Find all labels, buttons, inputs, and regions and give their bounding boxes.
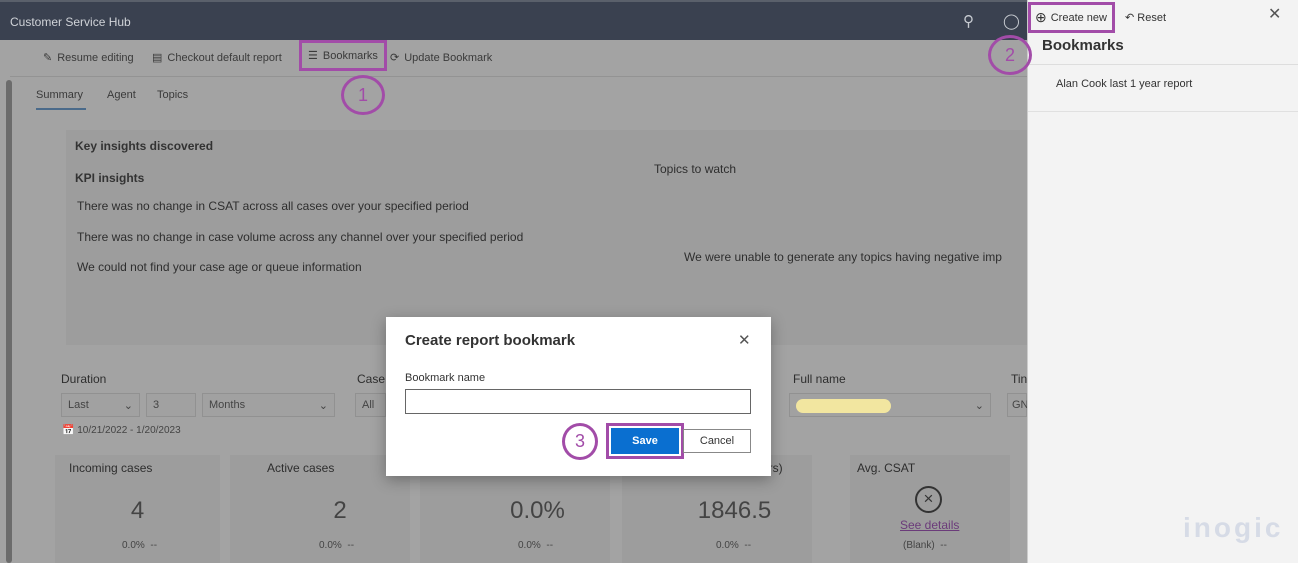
plus-circle-icon: ⊕: [1035, 9, 1047, 25]
undo-icon: ↶: [1125, 12, 1135, 24]
divider: [1028, 64, 1298, 65]
tab-topics[interactable]: Topics: [157, 89, 188, 101]
reset-button[interactable]: ↶ Reset: [1125, 11, 1166, 24]
bookmarks-panel: ⊕ Create new ↶ Reset ✕ Bookmarks Alan Coo…: [1027, 0, 1298, 563]
checkout-label: Checkout default report: [167, 51, 282, 64]
resume-label: Resume editing: [57, 51, 134, 64]
metric-change: 0.0% --: [122, 540, 158, 551]
duration-unit-select[interactable]: Months ⌄: [202, 393, 335, 417]
metric-change: (Blank) --: [903, 540, 947, 551]
duration-unit-value: Months: [209, 399, 246, 411]
metric-value: 0.0%: [510, 497, 565, 524]
pencil-icon: ✎: [43, 52, 53, 64]
error-icon: ×: [915, 486, 942, 513]
lightbulb-icon[interactable]: ◯: [1003, 12, 1020, 30]
app-header: Customer Service Hub ⚲ ◯: [0, 0, 1027, 40]
chevron-down-icon: ⌄: [318, 400, 328, 412]
dialog-title: Create report bookmark: [405, 332, 576, 349]
create-new-label: Create new: [1050, 11, 1107, 24]
timezone-select[interactable]: GN: [1007, 393, 1029, 417]
kpi-heading: KPI insights: [75, 171, 145, 185]
close-icon[interactable]: ✕: [738, 331, 751, 349]
metric-card: Incoming cases 4 0.0% --: [55, 455, 220, 563]
bookmark-name-label: Bookmark name: [405, 372, 486, 384]
metric-value: 1846.5: [697, 497, 772, 524]
metric-change: 0.0% --: [518, 540, 554, 551]
bookmarks-button[interactable]: ☰ Bookmarks: [299, 40, 387, 71]
timezone-label: Tin: [1011, 372, 1028, 386]
metric-title: Avg. CSAT: [857, 461, 916, 475]
duration-mode-select[interactable]: Last ⌄: [61, 393, 140, 417]
save-highlight: Save: [606, 423, 684, 459]
fullname-select[interactable]: ⌄: [789, 393, 991, 417]
topics-title: Topics to watch: [654, 162, 737, 176]
step-2-marker: 2: [988, 35, 1032, 75]
bookmark-name-input[interactable]: [405, 389, 751, 414]
metric-value: 2: [333, 497, 347, 524]
active-tab-indicator: [36, 108, 86, 110]
case-label: Case: [357, 372, 386, 386]
checkout-default-report-button[interactable]: ▤ Checkout default report: [152, 51, 282, 65]
report-icon: ▤: [152, 52, 163, 64]
search-icon[interactable]: ⚲: [963, 12, 974, 30]
metric-card: Avg. CSAT × See details (Blank) --: [850, 455, 1010, 563]
insight-line: There was no change in case volume acros…: [77, 230, 524, 244]
fullname-label: Full name: [793, 372, 846, 386]
topics-message: We were unable to generate any topics ha…: [684, 250, 1002, 264]
see-details-link[interactable]: See details: [900, 518, 959, 532]
toolbar: ✎ Resume editing ▤ Checkout default report…: [10, 40, 1027, 77]
update-label: Update Bookmark: [404, 51, 493, 64]
step-3-marker: 3: [562, 423, 598, 460]
metric-value: 4: [130, 497, 145, 524]
date-range-text: 10/21/2022 - 1/20/2023: [77, 425, 181, 436]
resume-editing-button[interactable]: ✎ Resume editing: [43, 51, 134, 65]
insight-line: We could not find your case age or queue…: [77, 260, 362, 274]
create-bookmark-dialog: Create report bookmark ✕ Bookmark name 3…: [386, 317, 771, 476]
chevron-down-icon: ⌄: [974, 400, 984, 412]
create-new-button[interactable]: ⊕ Create new: [1028, 2, 1115, 33]
metric-change: 0.0% --: [319, 540, 355, 551]
metric-card: Active cases 2 0.0% --: [230, 455, 410, 563]
insight-line: There was no change in CSAT across all c…: [77, 199, 469, 213]
panel-title: Bookmarks: [1042, 37, 1124, 54]
bookmarks-label: Bookmarks: [322, 49, 378, 62]
duration-label: Duration: [61, 372, 107, 386]
scrollbar[interactable]: [6, 80, 12, 563]
insights-heading: Key insights discovered: [75, 139, 214, 153]
date-range: 📅 10/21/2022 - 1/20/2023: [62, 425, 181, 436]
step-1-marker: 1: [341, 75, 385, 115]
redacted-name: [796, 399, 891, 413]
refresh-icon: ⟳: [390, 52, 400, 64]
save-button[interactable]: Save: [611, 428, 679, 454]
update-bookmark-button[interactable]: ⟳ Update Bookmark: [390, 51, 493, 65]
cancel-button[interactable]: Cancel: [683, 429, 751, 453]
app-title: Customer Service Hub: [10, 15, 131, 29]
bookmarks-icon: ☰: [308, 50, 318, 62]
tab-summary[interactable]: Summary: [36, 89, 83, 101]
case-select[interactable]: All: [355, 393, 386, 417]
chevron-down-icon: ⌄: [123, 400, 133, 412]
reset-label: Reset: [1137, 12, 1167, 24]
calendar-icon: 📅: [62, 425, 75, 436]
bookmark-list-item[interactable]: Alan Cook last 1 year report: [1028, 78, 1298, 112]
duration-mode-value: Last: [68, 399, 89, 411]
metric-title: Incoming cases: [69, 461, 153, 475]
insights-card: Key insights discovered KPI insights The…: [66, 130, 1027, 345]
inogic-watermark: inogic: [1183, 512, 1284, 543]
close-icon[interactable]: ✕: [1268, 4, 1281, 24]
metric-title: Active cases: [267, 461, 335, 475]
metric-change: 0.0% --: [716, 540, 752, 551]
tab-agent[interactable]: Agent: [107, 89, 136, 101]
duration-value-input[interactable]: 3: [146, 393, 196, 417]
